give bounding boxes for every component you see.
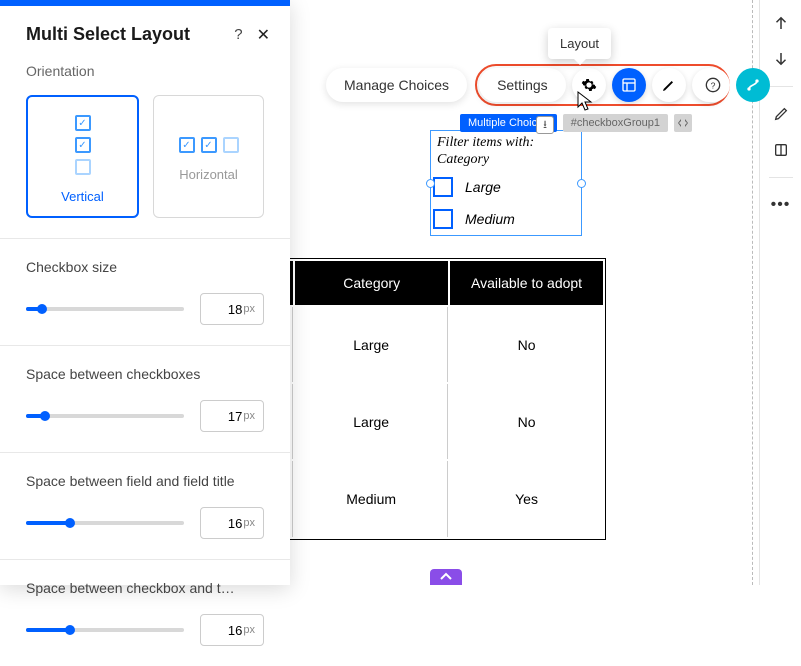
svg-text:?: ?	[711, 80, 716, 90]
split-icon[interactable]	[772, 141, 790, 159]
orientation-horizontal-card[interactable]: ✓✓ Horizontal	[153, 95, 264, 218]
layout-panel: Multi Select Layout ? ✕ Orientation ✓✓ V…	[0, 0, 290, 585]
element-id-badge: #checkboxGroup1	[563, 114, 668, 132]
resize-handle-left[interactable]	[426, 179, 435, 188]
gear-icon[interactable]	[572, 68, 606, 102]
more-icon[interactable]: •••	[772, 196, 790, 214]
checkbox-size-input[interactable]: 18px	[200, 293, 264, 325]
arrow-down-icon[interactable]	[772, 50, 790, 68]
manage-choices-button[interactable]: Manage Choices	[326, 68, 467, 102]
expand-bottom-icon[interactable]	[430, 569, 462, 585]
space-checkboxes-section: Space between checkboxes 17px	[0, 346, 290, 452]
choice-option-label: Medium	[465, 211, 515, 227]
element-toolbar: Manage Choices Settings	[326, 64, 730, 106]
space-checkbox-text-input[interactable]: 16px	[200, 614, 264, 646]
space-checkbox-text-section: Space between checkbox and t… 16px	[0, 560, 290, 666]
design-icon[interactable]	[652, 68, 686, 102]
toolbar-highlighted-group: Settings	[475, 64, 730, 106]
multi-choice-element[interactable]: Filter items with: Category Large Medium	[430, 130, 582, 236]
space-checkbox-text-label: Space between checkbox and t…	[26, 580, 264, 596]
choice-option-label: Large	[465, 179, 501, 195]
space-checkbox-text-slider[interactable]	[26, 628, 184, 632]
table-cell: No	[450, 384, 603, 459]
table-cell: Large	[295, 307, 448, 382]
space-field-title-label: Space between field and field title	[26, 473, 264, 489]
space-field-title-section: Space between field and field title 16px	[0, 453, 290, 559]
checkbox-size-label: Checkbox size	[26, 259, 264, 275]
orientation-section: Orientation ✓✓ Vertical ✓✓ Horizontal	[0, 63, 290, 238]
checkbox-icon[interactable]	[433, 177, 453, 197]
arrow-up-icon[interactable]	[772, 14, 790, 32]
table-cell: Yes	[450, 461, 603, 536]
checkbox-size-slider[interactable]	[26, 307, 184, 311]
resize-handle-right[interactable]	[577, 179, 586, 188]
space-checkboxes-input[interactable]: 17px	[200, 400, 264, 432]
orientation-label: Orientation	[26, 63, 264, 79]
panel-header: Multi Select Layout ? ✕	[0, 6, 290, 63]
vertical-checkbox-icon: ✓✓	[75, 115, 91, 175]
space-field-title-slider[interactable]	[26, 521, 184, 525]
help-icon[interactable]: ?	[234, 26, 242, 43]
choice-option[interactable]: Large	[431, 171, 581, 203]
close-icon[interactable]: ✕	[257, 25, 270, 45]
table-header: Category	[295, 261, 448, 305]
table-cell: No	[450, 307, 603, 382]
checkbox-size-section: Checkbox size 18px	[0, 239, 290, 345]
orientation-vertical-card[interactable]: ✓✓ Vertical	[26, 95, 139, 218]
settings-button[interactable]: Settings	[479, 68, 566, 102]
download-icon[interactable]: ⭳	[536, 116, 554, 134]
space-checkboxes-slider[interactable]	[26, 414, 184, 418]
table-cell: Medium	[295, 461, 448, 536]
vertical-label: Vertical	[61, 189, 104, 204]
help-circle-icon[interactable]: ?	[696, 68, 730, 102]
table-cell: Large	[295, 384, 448, 459]
choice-option[interactable]: Medium	[431, 203, 581, 235]
table-header: Available to adopt	[450, 261, 603, 305]
checkbox-icon[interactable]	[433, 209, 453, 229]
pencil-icon[interactable]	[772, 105, 790, 123]
space-field-title-input[interactable]: 16px	[200, 507, 264, 539]
space-checkboxes-label: Space between checkboxes	[26, 366, 264, 382]
layout-tooltip: Layout	[548, 28, 611, 59]
flow-icon[interactable]	[736, 68, 770, 102]
choice-title: Filter items with: Category	[431, 131, 581, 171]
layout-icon[interactable]	[612, 68, 646, 102]
horizontal-checkbox-icon: ✓✓	[179, 137, 239, 153]
horizontal-label: Horizontal	[179, 167, 238, 182]
panel-title: Multi Select Layout	[26, 24, 190, 45]
code-icon[interactable]	[674, 114, 692, 132]
